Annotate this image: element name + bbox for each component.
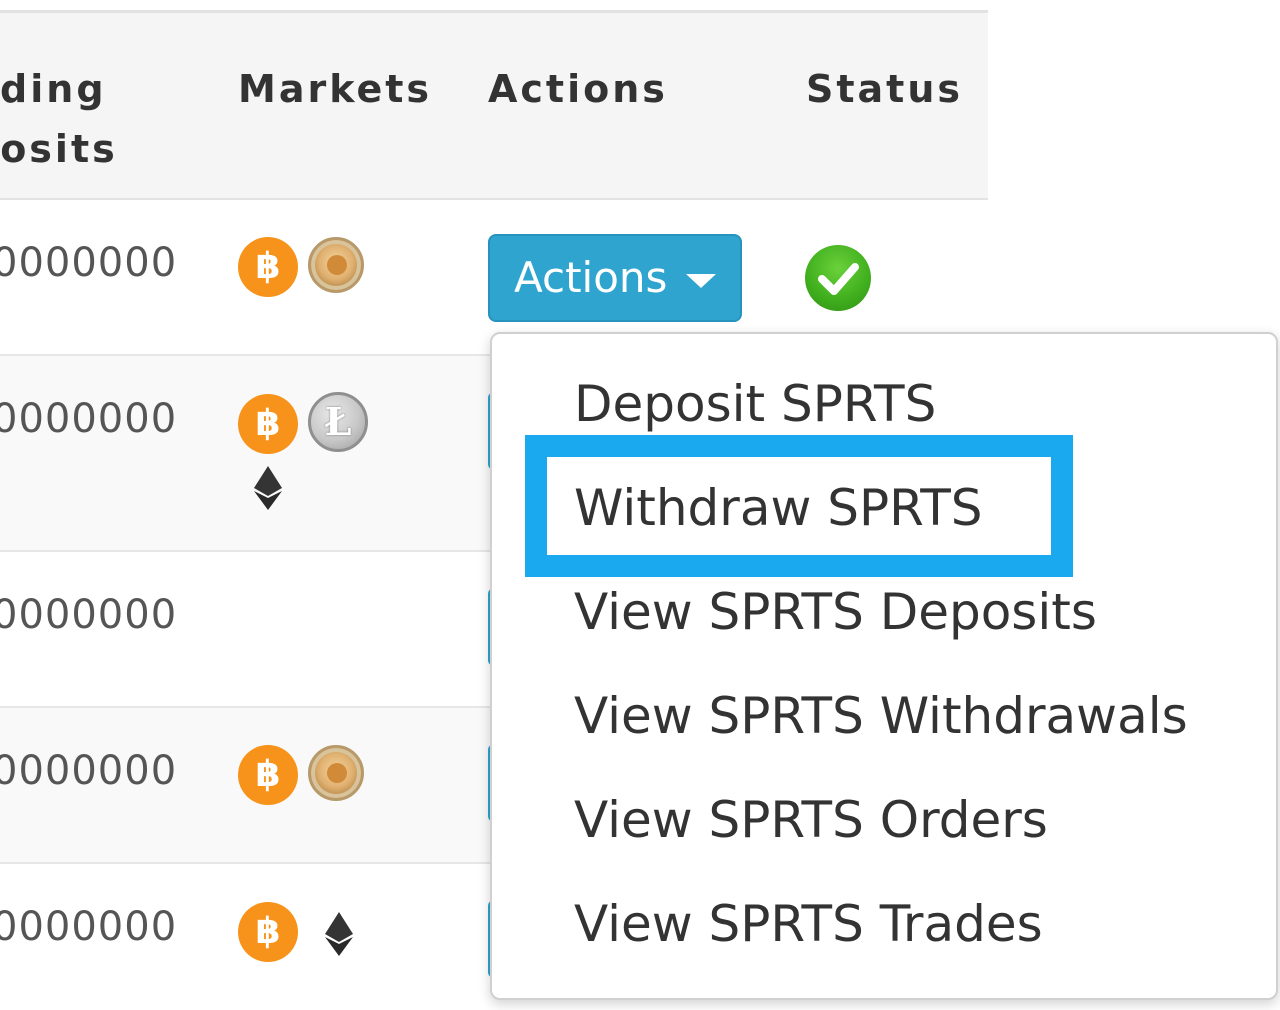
ethereum-icon[interactable]: [253, 466, 283, 510]
pending-deposits-value: 0000000: [0, 396, 178, 442]
dogecoin-icon[interactable]: [308, 237, 364, 293]
menu-item-view-deposits[interactable]: View SPRTS Deposits: [574, 582, 1097, 642]
menu-item-deposit[interactable]: Deposit SPRTS: [574, 374, 936, 434]
caret-down-icon: [686, 274, 716, 288]
pending-deposits-value: 0000000: [0, 748, 178, 794]
ethereum-icon[interactable]: [324, 912, 354, 956]
actions-dropdown-button[interactable]: Actions: [488, 234, 742, 322]
pending-deposits-value: 0000000: [0, 904, 178, 950]
actions-button-label: Actions: [514, 253, 668, 302]
bitcoin-icon[interactable]: ฿: [238, 902, 298, 962]
highlight-box: [525, 435, 1073, 577]
header-actions: Actions: [488, 67, 668, 111]
dogecoin-icon[interactable]: [308, 745, 364, 801]
litecoin-icon[interactable]: Ł: [308, 392, 368, 452]
check-circle-icon: [805, 245, 871, 311]
bitcoin-icon[interactable]: ฿: [238, 237, 298, 297]
table-header: nding posits Markets Actions Status: [0, 13, 988, 200]
header-pending-deposits: nding posits: [0, 67, 118, 171]
pending-deposits-value: 0000000: [0, 592, 178, 638]
menu-item-view-orders[interactable]: View SPRTS Orders: [574, 790, 1048, 850]
bitcoin-icon[interactable]: ฿: [238, 394, 298, 454]
actions-dropdown-menu: Deposit SPRTS Withdraw SPRTS View SPRTS …: [490, 332, 1278, 1000]
header-markets: Markets: [238, 67, 433, 111]
menu-item-view-trades[interactable]: View SPRTS Trades: [574, 894, 1043, 954]
menu-item-view-withdrawals[interactable]: View SPRTS Withdrawals: [574, 686, 1188, 746]
pending-deposits-value: 0000000: [0, 240, 178, 286]
bitcoin-icon[interactable]: ฿: [238, 745, 298, 805]
header-status: Status: [806, 67, 964, 111]
